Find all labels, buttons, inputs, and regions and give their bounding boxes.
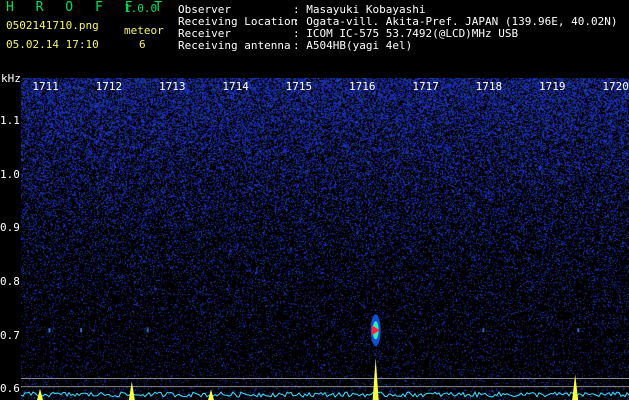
app-version: 1.0.0 <box>124 2 158 15</box>
spectrogram-plot <box>21 78 629 400</box>
meteor-label: meteor <box>124 24 164 37</box>
meteor-echo <box>80 328 83 333</box>
y-tick-label: 1.1 <box>0 113 20 127</box>
signal-peak <box>37 388 43 400</box>
meteor-count: 6 <box>139 38 146 51</box>
info-value: : A504HB(yagi 4el) <box>293 39 413 52</box>
y-unit-label: kHz <box>1 72 21 85</box>
meteor-echo <box>146 328 149 333</box>
info-key: Receiving antenna <box>178 39 291 52</box>
meteor-echo <box>482 328 485 333</box>
x-tick-label: 1720 <box>602 80 629 93</box>
meteor-echo <box>48 328 51 333</box>
signal-trace <box>21 390 629 399</box>
y-tick-label: 0.8 <box>0 274 20 288</box>
y-tick-label: 0.7 <box>0 328 20 342</box>
y-tick-label: 0.9 <box>0 221 20 235</box>
y-tick-label: 1.0 <box>0 167 20 181</box>
y-tick-label: 0.6 <box>0 382 20 396</box>
x-tick-label: 1715 <box>285 80 313 93</box>
signal-peak <box>208 389 214 400</box>
file-name: 0502141710.png <box>6 19 99 32</box>
meteor-echo <box>577 328 580 333</box>
signal-peak <box>128 381 135 400</box>
x-tick-label: 1719 <box>539 80 566 93</box>
spectrogram-overlay <box>21 314 629 400</box>
hrofft-window: H R O F F T 1.0.0 0502141710.png meteor … <box>0 0 629 400</box>
x-tick-label: 1714 <box>222 80 249 93</box>
x-tick-label: 1713 <box>159 80 186 93</box>
datetime: 05.02.14 17:10 <box>6 38 99 51</box>
x-tick-label: 1711 <box>32 80 59 93</box>
x-tick-label: 1717 <box>412 80 439 93</box>
x-tick-label: 1712 <box>95 80 123 93</box>
x-tick-label: 1718 <box>475 80 503 93</box>
x-tick-label: 1716 <box>349 80 376 93</box>
